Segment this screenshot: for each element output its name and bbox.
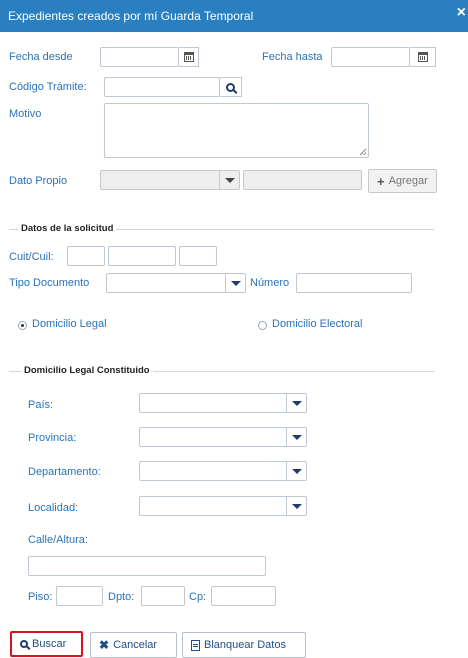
close-icon: ✖ [99,638,110,652]
solicitud-legend: Datos de la solicitud [18,223,117,234]
piso-label: Piso: [28,591,53,603]
tipo-documento-select[interactable] [106,273,246,293]
numero-input[interactable] [296,273,412,293]
modal-title: Expedientes creados por mí Guarda Tempor… [8,9,254,23]
dato-propio-input [243,170,362,190]
provincia-label: Provincia: [28,432,77,444]
localidad-label: Localidad: [28,502,79,514]
cancelar-button[interactable]: ✖ Cancelar [90,632,177,658]
fecha-hasta-input[interactable] [331,47,410,67]
dato-propio-select[interactable] [100,170,240,190]
cp-label: Cp: [189,591,207,603]
pais-label: País: [28,399,54,411]
document-icon [191,639,200,651]
cuit-suffix-input[interactable] [179,246,217,266]
chevron-down-icon [230,280,241,286]
close-icon[interactable]: × [457,4,466,22]
fecha-hasta-calendar-button[interactable] [410,47,436,67]
departamento-label: Departamento: [28,466,101,478]
calendar-icon [417,52,428,62]
cp-input[interactable] [211,586,276,606]
search-icon [20,640,28,648]
calendar-icon [183,52,194,62]
chevron-down-icon [224,177,235,183]
chevron-down-icon [291,434,302,440]
resize-handle-icon[interactable] [360,149,366,155]
dpto-input[interactable] [141,586,185,606]
blanquear-label: Blanquear Datos [204,639,286,651]
fecha-desde-label: Fecha desde [9,51,73,63]
departamento-select[interactable] [139,461,307,481]
domicilio-electoral-label[interactable]: Domicilio Electoral [272,318,362,330]
motivo-textarea[interactable] [104,103,369,158]
localidad-select[interactable] [139,496,307,516]
modal-titlebar: Expedientes creados por mí Guarda Tempor… [0,0,468,32]
fecha-desde-input[interactable] [100,47,179,67]
cuit-label: Cuit/Cuil: [9,251,54,263]
agregar-label: Agregar [388,175,428,187]
buscar-button[interactable]: Buscar [10,631,83,657]
chevron-down-icon [291,503,302,509]
provincia-select[interactable] [139,427,307,447]
fecha-hasta-label: Fecha hasta [262,51,323,63]
constituido-legend: Domicilio Legal Constituido [21,365,153,376]
piso-input[interactable] [56,586,103,606]
plus-icon: + [377,173,385,189]
cancelar-label: Cancelar [113,639,158,651]
chevron-down-icon [291,400,302,406]
dpto-label: Dpto: [108,591,135,603]
domicilio-electoral-radio[interactable] [258,321,267,330]
agregar-button[interactable]: + Agregar [368,169,437,193]
pais-select[interactable] [139,393,307,413]
codigo-tramite-input[interactable] [104,77,220,97]
calle-altura-label: Calle/Altura: [28,534,88,546]
chevron-down-icon [291,468,302,474]
tipo-documento-label: Tipo Documento [9,277,90,289]
codigo-tramite-label: Código Trámite: [9,81,87,93]
motivo-label: Motivo [9,108,42,120]
codigo-tramite-search-button[interactable] [220,77,242,97]
calle-altura-input[interactable] [28,556,266,576]
search-icon [226,82,235,92]
cuit-prefix-input[interactable] [67,246,105,266]
domicilio-legal-radio[interactable] [18,321,27,330]
buscar-label: Buscar [32,638,67,650]
blanquear-button[interactable]: Blanquear Datos [182,632,306,658]
numero-label: Número [250,277,290,289]
cuit-number-input[interactable] [108,246,176,266]
domicilio-legal-label[interactable]: Domicilio Legal [32,318,107,330]
fecha-desde-calendar-button[interactable] [179,47,199,67]
dato-propio-label: Dato Propio [9,175,68,187]
